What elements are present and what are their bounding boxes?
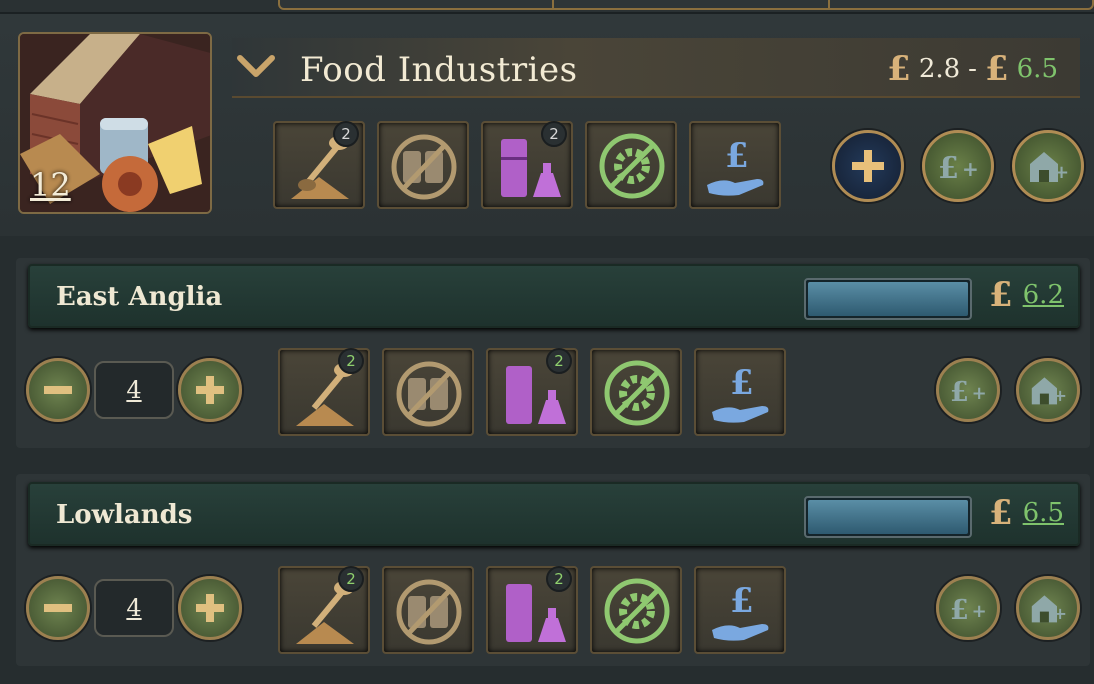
add-building-button[interactable] bbox=[832, 130, 904, 202]
pound-icon: £ bbox=[988, 275, 1013, 315]
subsidy-hand-pound-icon: £ bbox=[712, 581, 769, 641]
state-name: Lowlands bbox=[56, 500, 193, 530]
production-method-slot-shovel[interactable]: 2 bbox=[273, 121, 365, 209]
plus-icon bbox=[852, 150, 884, 182]
no-automation-gear-icon bbox=[599, 133, 665, 199]
svg-text:+: + bbox=[1054, 162, 1069, 183]
slot-badge: 2 bbox=[338, 566, 364, 592]
build-house-plus-icon: + bbox=[1031, 595, 1067, 623]
invest-pound-plus-icon: £ + bbox=[938, 151, 979, 186]
state-value-number[interactable]: 6.2 bbox=[1023, 280, 1064, 310]
subsidy-hand-pound-icon: £ bbox=[707, 136, 764, 196]
slot-badge: 2 bbox=[541, 121, 567, 147]
production-method-slot-canned[interactable] bbox=[382, 348, 474, 436]
range-low: 2.8 bbox=[918, 54, 961, 84]
pound-icon: £ bbox=[988, 493, 1013, 533]
production-method-slot-subsidy[interactable]: £ bbox=[694, 348, 786, 436]
building-level-count[interactable]: 4 bbox=[94, 579, 174, 637]
invest-pound-plus-icon: £ + bbox=[950, 595, 987, 626]
state-bar[interactable]: Lowlands £ 6.5 bbox=[28, 482, 1080, 546]
decrease-button[interactable] bbox=[26, 358, 90, 422]
no-automation-gear-icon bbox=[604, 578, 670, 644]
building-count: 12 bbox=[30, 166, 71, 204]
build-house-button[interactable]: + bbox=[1012, 130, 1084, 202]
svg-text:+: + bbox=[1053, 386, 1067, 405]
range-separator: - bbox=[968, 54, 977, 84]
no-canned-goods-icon bbox=[396, 579, 462, 645]
invest-pound-plus-icon: £ + bbox=[950, 377, 987, 408]
svg-text:+: + bbox=[972, 601, 987, 622]
production-method-slot-subsidy[interactable]: £ bbox=[689, 121, 781, 209]
subsidy-hand-pound-icon: £ bbox=[712, 363, 769, 423]
svg-text:+: + bbox=[962, 157, 979, 181]
production-method-slot-canned[interactable] bbox=[377, 121, 469, 209]
production-method-slot-distillery[interactable]: 2 bbox=[486, 566, 578, 654]
plus-icon bbox=[196, 594, 224, 622]
state-value-number[interactable]: 6.5 bbox=[1023, 498, 1064, 528]
svg-text:£: £ bbox=[730, 581, 754, 621]
industry-title-bar[interactable]: Food Industries £ 2.8 - £ 6.5 bbox=[232, 38, 1080, 98]
production-method-slot-shovel[interactable]: 2 bbox=[278, 566, 370, 654]
top-tab-strip bbox=[0, 0, 1094, 14]
increase-button[interactable] bbox=[178, 576, 242, 640]
food-industries-thumbnail[interactable]: 12 bbox=[18, 32, 212, 214]
production-method-slot-distillery[interactable]: 2 bbox=[486, 348, 578, 436]
slot-badge: 2 bbox=[546, 348, 572, 374]
production-method-slot-subsidy[interactable]: £ bbox=[694, 566, 786, 654]
industry-title: Food Industries bbox=[300, 50, 578, 90]
svg-text:£: £ bbox=[730, 363, 754, 403]
slot-badge: 2 bbox=[338, 348, 364, 374]
svg-text:£: £ bbox=[950, 377, 969, 408]
chevron-down-icon[interactable] bbox=[236, 52, 276, 80]
progress-fill bbox=[808, 500, 968, 534]
production-method-slot-distillery[interactable]: 2 bbox=[481, 121, 573, 209]
minus-icon bbox=[44, 386, 72, 394]
plus-icon bbox=[196, 376, 224, 404]
state-progress-bar bbox=[804, 278, 972, 320]
no-canned-goods-icon bbox=[391, 134, 457, 200]
state-panel-lowlands: Lowlands £ 6.5 4 2 2 £ £ + + bbox=[16, 474, 1090, 666]
profit-range: £ 2.8 - £ 6.5 bbox=[887, 52, 1058, 86]
production-method-slot-canned[interactable] bbox=[382, 566, 474, 654]
production-method-slot-automation[interactable] bbox=[590, 348, 682, 436]
building-level-count[interactable]: 4 bbox=[94, 361, 174, 419]
pound-icon: £ bbox=[984, 49, 1009, 89]
svg-text:£: £ bbox=[938, 151, 959, 186]
state-value: £ 6.2 bbox=[989, 278, 1064, 312]
build-house-button[interactable]: + bbox=[1016, 358, 1080, 422]
build-house-button[interactable]: + bbox=[1016, 576, 1080, 640]
state-progress-bar bbox=[804, 496, 972, 538]
progress-fill bbox=[808, 282, 968, 316]
decrease-button[interactable] bbox=[26, 576, 90, 640]
increase-button[interactable] bbox=[178, 358, 242, 422]
invest-button[interactable]: £ + bbox=[936, 358, 1000, 422]
tab-frame bbox=[278, 0, 1094, 10]
state-bar[interactable]: East Anglia £ 6.2 bbox=[28, 264, 1080, 328]
production-method-slot-automation[interactable] bbox=[590, 566, 682, 654]
no-automation-gear-icon bbox=[604, 360, 670, 426]
production-method-slot-shovel[interactable]: 2 bbox=[278, 348, 370, 436]
build-house-plus-icon: + bbox=[1031, 377, 1067, 405]
production-method-slot-automation[interactable] bbox=[585, 121, 677, 209]
invest-button[interactable]: £ + bbox=[936, 576, 1000, 640]
svg-text:+: + bbox=[972, 383, 987, 404]
slot-badge: 2 bbox=[333, 121, 359, 147]
no-canned-goods-icon bbox=[396, 361, 462, 427]
slot-badge: 2 bbox=[546, 566, 572, 592]
invest-button[interactable]: £ + bbox=[922, 130, 994, 202]
industry-header: 12 Food Industries £ 2.8 - £ 6.5 2 2 £ £… bbox=[0, 14, 1094, 236]
svg-text:£: £ bbox=[950, 595, 969, 626]
svg-text:+: + bbox=[1053, 604, 1067, 623]
state-value: £ 6.5 bbox=[989, 496, 1064, 530]
build-house-plus-icon: + bbox=[1030, 152, 1069, 183]
range-high: 6.5 bbox=[1016, 54, 1058, 84]
pound-icon: £ bbox=[887, 49, 911, 89]
minus-icon bbox=[44, 604, 72, 612]
svg-text:£: £ bbox=[725, 136, 749, 176]
state-panel-east-anglia: East Anglia £ 6.2 4 2 2 £ £ + + bbox=[16, 258, 1090, 448]
state-name: East Anglia bbox=[56, 282, 223, 312]
